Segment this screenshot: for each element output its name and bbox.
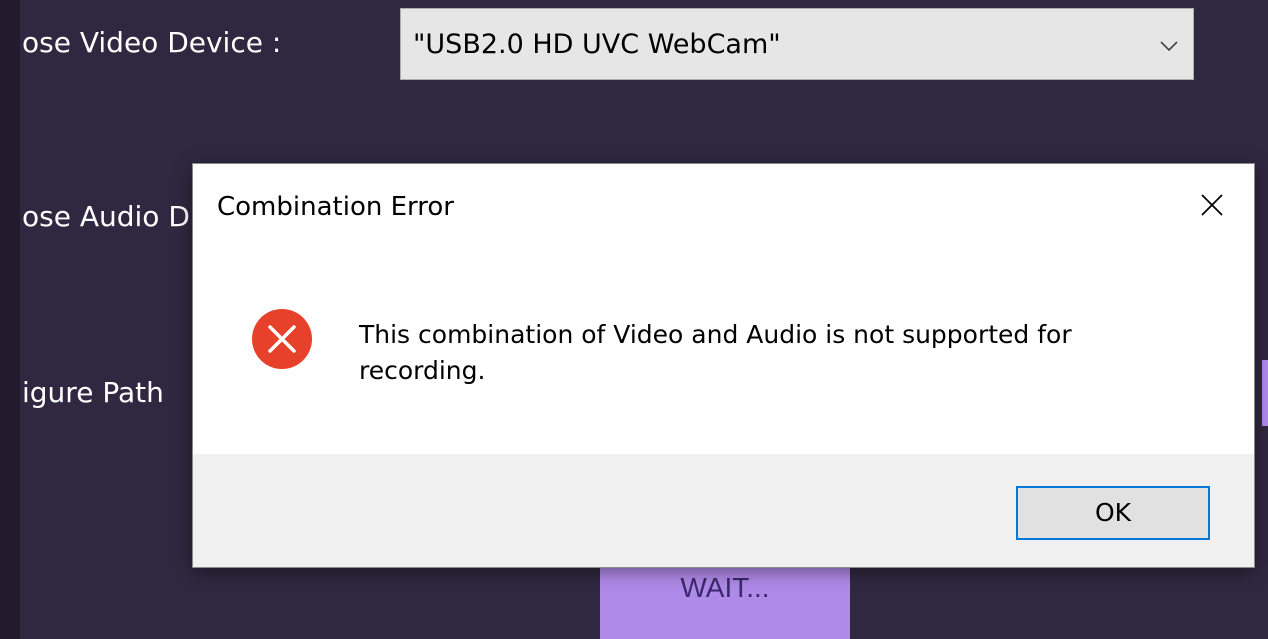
dialog-title: Combination Error: [217, 192, 454, 222]
dialog-message: This combination of Video and Audio is n…: [359, 320, 1072, 385]
video-device-select[interactable]: "USB2.0 HD UVC WebCam": [400, 8, 1194, 80]
video-device-label: ose Video Device :: [22, 26, 282, 59]
combination-error-dialog: Combination Error This combination of Vi…: [193, 164, 1254, 567]
ok-button[interactable]: OK: [1016, 486, 1210, 540]
audio-device-label: ose Audio D: [22, 200, 190, 233]
window-left-edge: [0, 0, 20, 639]
error-icon: [252, 309, 312, 369]
wait-button[interactable]: WAIT...: [600, 560, 850, 639]
path-browse-button-edge[interactable]: [1262, 360, 1268, 426]
configure-path-label: igure Path: [22, 376, 164, 409]
video-device-value: "USB2.0 HD UVC WebCam": [413, 29, 781, 60]
chevron-down-icon: [1160, 41, 1178, 52]
close-icon[interactable]: [1197, 190, 1227, 220]
dialog-footer: OK: [193, 454, 1254, 567]
